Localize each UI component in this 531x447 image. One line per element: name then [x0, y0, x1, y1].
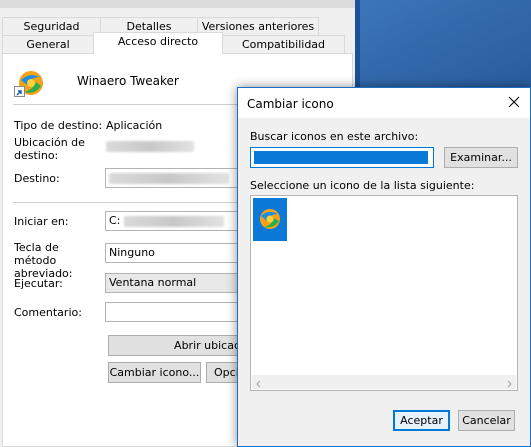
- search-file-label: Buscar iconos en este archivo:: [250, 130, 419, 143]
- target-label: Destino:: [14, 172, 60, 185]
- run-label: Ejecutar:: [14, 277, 63, 290]
- tab-seguridad[interactable]: Seguridad: [2, 17, 101, 35]
- dialog-titlebar: Cambiar icono: [238, 88, 530, 118]
- start-in-field[interactable]: C:: [105, 211, 241, 231]
- browse-button[interactable]: Examinar...: [444, 147, 518, 168]
- target-location-label: Ubicación de destino:: [14, 136, 85, 162]
- open-location-button[interactable]: Abrir ubicac: [108, 335, 241, 356]
- shortcut-key-field[interactable]: Ninguno: [105, 243, 241, 263]
- winaero-icon-option[interactable]: [253, 198, 287, 241]
- selected-text-highlight: [254, 150, 428, 164]
- cancel-button[interactable]: Cancelar: [458, 410, 515, 431]
- close-icon[interactable]: [506, 94, 522, 110]
- file-path-input[interactable]: [250, 147, 434, 168]
- shortcut-arrow-icon: [14, 86, 25, 97]
- comment-field[interactable]: [105, 302, 241, 322]
- run-select[interactable]: Ventana normal: [105, 273, 241, 293]
- change-icon-dialog: Cambiar icono Buscar iconos en este arch…: [237, 87, 531, 447]
- window-top-edge: [0, 0, 355, 8]
- scroll-right-icon[interactable]: [505, 378, 513, 391]
- select-icon-label: Seleccione un icono de la lista siguient…: [250, 179, 475, 192]
- shortcut-key-label: Tecla de método abreviado:: [14, 241, 73, 280]
- start-in-label: Iniciar en:: [14, 215, 69, 228]
- target-field[interactable]: [105, 168, 241, 188]
- tab-general[interactable]: General: [2, 35, 94, 53]
- comment-label: Comentario:: [14, 306, 82, 319]
- scroll-left-icon[interactable]: [255, 378, 263, 391]
- change-icon-button[interactable]: Cambiar icono...: [108, 362, 201, 383]
- target-type-label: Tipo de destino:: [14, 119, 103, 132]
- start-in-value: C:: [109, 214, 121, 227]
- horizontal-scrollbar[interactable]: [252, 375, 516, 389]
- app-name: Winaero Tweaker: [77, 74, 179, 88]
- ok-button[interactable]: Aceptar: [393, 410, 450, 431]
- target-type-value: Aplicación: [106, 119, 163, 132]
- icon-list[interactable]: [250, 195, 518, 391]
- advanced-button[interactable]: Opci: [206, 362, 241, 383]
- target-location-value: [106, 139, 194, 152]
- tab-acceso-directo[interactable]: Acceso directo: [93, 32, 223, 54]
- dialog-title: Cambiar icono: [247, 97, 334, 111]
- tab-compatibilidad[interactable]: Compatibilidad: [222, 35, 345, 53]
